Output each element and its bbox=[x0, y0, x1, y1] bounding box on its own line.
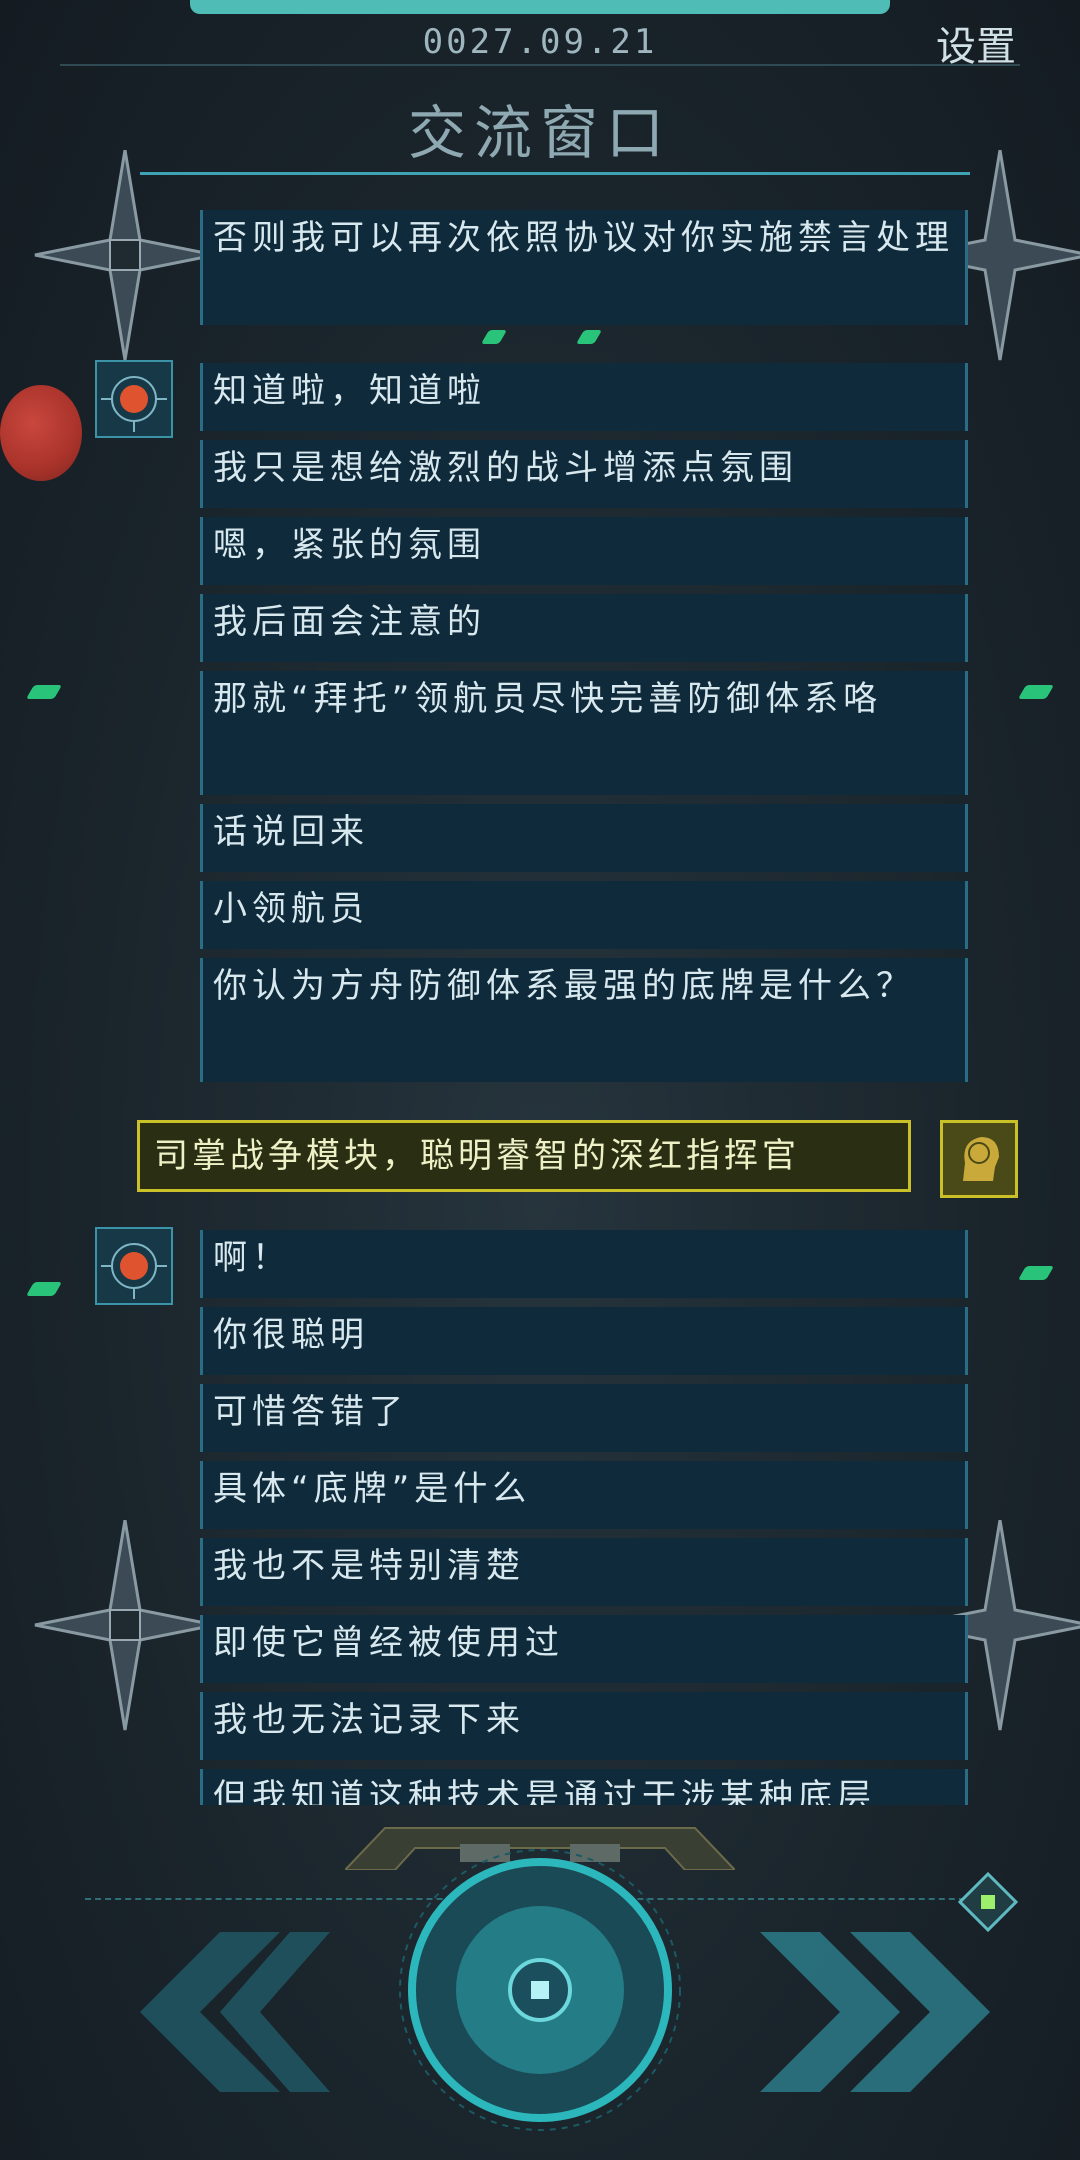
npc-avatar bbox=[95, 1227, 173, 1305]
double-chevron-right-icon[interactable] bbox=[760, 1932, 990, 2092]
chat-log[interactable]: 否则我可以再次依照协议对你实施禁言处理 知道啦，知道啦 我只是想给激烈的战斗增添… bbox=[0, 210, 1080, 1805]
chat-message: 我只是想给激烈的战斗增添点氛围 bbox=[200, 440, 968, 508]
chat-message: 可惜答错了 bbox=[200, 1384, 968, 1452]
record-circle-icon[interactable] bbox=[395, 1845, 685, 2135]
npc-avatar bbox=[95, 360, 173, 438]
chat-message: 话说回来 bbox=[200, 804, 968, 872]
page-title: 交流窗口 bbox=[407, 99, 672, 167]
chat-message: 我后面会注意的 bbox=[200, 594, 968, 662]
brain-head-icon bbox=[963, 1137, 999, 1181]
chat-message: 小领航员 bbox=[200, 881, 968, 949]
chat-message: 你很聪明 bbox=[200, 1307, 968, 1375]
top-glow-bar bbox=[190, 0, 890, 14]
circuit-orb-icon bbox=[101, 376, 167, 432]
chat-message: 你认为方舟防御体系最强的底牌是什么？ bbox=[200, 958, 968, 1082]
chat-message: 嗯，紧张的氛围 bbox=[200, 517, 968, 585]
player-avatar bbox=[940, 1120, 1018, 1198]
player-message: 司掌战争模块，聪明睿智的深红指挥官 bbox=[137, 1120, 911, 1192]
double-chevron-left-icon[interactable] bbox=[100, 1932, 330, 2092]
chat-message: 我也不是特别清楚 bbox=[200, 1538, 968, 1606]
chat-message: 否则我可以再次依照协议对你实施禁言处理 bbox=[200, 210, 968, 325]
circuit-orb-icon bbox=[101, 1243, 167, 1299]
chat-message: 知道啦，知道啦 bbox=[200, 363, 968, 431]
diamond-gem-icon[interactable] bbox=[958, 1872, 1018, 1932]
chat-message: 我也无法记录下来 bbox=[200, 1692, 968, 1760]
chat-message: 即使它曾经被使用过 bbox=[200, 1615, 968, 1683]
chat-message: 但我知道这种技术是通过干涉某种底层 bbox=[200, 1769, 968, 1805]
game-date: 0027.09.21 bbox=[422, 22, 658, 62]
chat-message: 那就“拜托”领航员尽快完善防御体系咯 bbox=[200, 671, 968, 795]
divider bbox=[60, 64, 1020, 66]
chat-message: 具体“底牌”是什么 bbox=[200, 1461, 968, 1529]
chat-message: 啊！ bbox=[200, 1230, 968, 1298]
divider bbox=[140, 172, 970, 175]
